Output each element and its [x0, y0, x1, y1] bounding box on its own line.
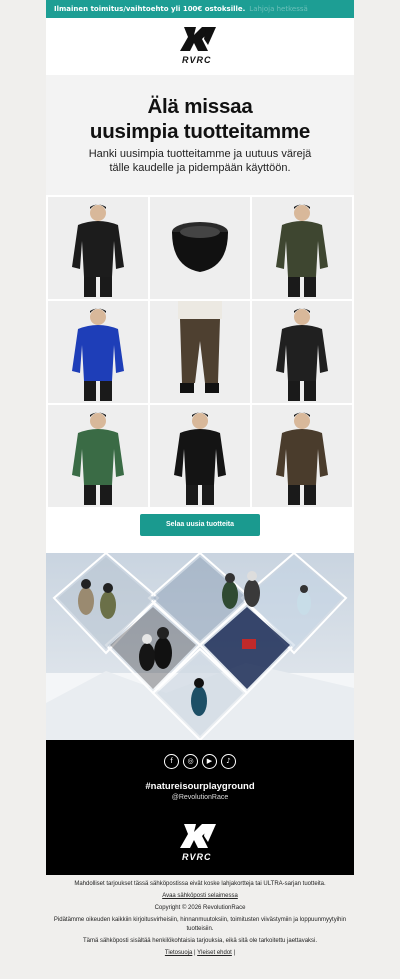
link-separator-end: | [233, 950, 236, 956]
product-tile-black-down-jacket[interactable] [48, 197, 148, 299]
instagram-icon[interactable]: ◎ [183, 754, 198, 769]
hero-title-line2: uusimpia tuotteitamme [89, 120, 311, 143]
hero-subtitle-line2: tälle kaudelle ja pidempään käyttöön. [109, 162, 291, 174]
hero-subtitle: Hanki uusimpia tuotteitamme ja uutuus vä… [46, 147, 354, 175]
footer-rvrc-logo[interactable]: RVRC [176, 822, 224, 864]
hero-section: Älä missaa uusimpia tuotteitamme Hanki u… [46, 75, 354, 195]
collage-image [46, 553, 354, 740]
legal-personal-note: Tämä sähköposti sisältää henkilökohtaisi… [82, 938, 318, 944]
copyright-text: Copyright © 2026 RevolutionRace [154, 905, 246, 911]
lifestyle-collage[interactable] [46, 553, 354, 740]
tiktok-icon[interactable]: ♪ [221, 754, 236, 769]
legal-section: Mahdolliset tarjoukset tässä sähköpostis… [46, 880, 354, 961]
cta-area: Selaa uusia tuotteita [46, 511, 354, 553]
browse-new-products-button[interactable]: Selaa uusia tuotteita [140, 514, 260, 536]
youtube-icon[interactable]: ▶ [202, 754, 217, 769]
product-tile-black-neck-gaiter[interactable] [150, 197, 250, 299]
product-tile-blue-shell-jacket[interactable] [48, 301, 148, 403]
footer-section: f ◎ ▶ ♪ #natureisourplayground @RevolutionR… [46, 740, 354, 875]
legal-offers-note: Mahdolliset tarjoukset tässä sähköpostis… [74, 881, 326, 887]
product-tile-olive-shell-jacket[interactable] [252, 197, 352, 299]
link-separator: | [194, 950, 196, 956]
rvrc-logo-text: RVRC [182, 55, 212, 65]
product-grid [46, 195, 354, 511]
banner-text: Ilmainen toimitus/vaihtoehto yli 100€ os… [54, 5, 246, 13]
rvrc-logo[interactable]: RVRC [176, 25, 224, 67]
hero-title: Älä missaa uusimpia tuotteitamme [46, 94, 354, 144]
header-logo-area: RVRC [46, 18, 354, 75]
terms-link[interactable]: Yleiset ehdot [197, 950, 232, 956]
product-tile-brown-shell-jacket[interactable] [252, 405, 352, 507]
product-tile-black-hoodie[interactable] [252, 301, 352, 403]
social-links: f ◎ ▶ ♪ [46, 754, 354, 769]
hero-title-line1: Älä missaa [147, 95, 253, 118]
legal-links: Tietosuoja | Yleiset ehdot | [46, 949, 354, 958]
hashtag-text: #natureisourplayground [145, 781, 255, 792]
facebook-icon[interactable]: f [164, 754, 179, 769]
footer-logo-text: RVRC [182, 852, 212, 862]
legal-disclaimer: Pidätämme oikeuden kaikkiin kirjoitusvir… [53, 917, 347, 932]
hero-subtitle-line1: Hanki uusimpia tuotteitamme ja uutuus vä… [88, 148, 312, 160]
privacy-link[interactable]: Tietosuoja [165, 950, 192, 956]
social-handle[interactable]: @RevolutionRace [46, 794, 354, 801]
email-container: Ilmainen toimitus/vaihtoehto yli 100€ os… [46, 0, 354, 875]
shipping-banner[interactable]: Ilmainen toimitus/vaihtoehto yli 100€ os… [46, 0, 354, 18]
banner-faded-text: Lahjoja hetkessä [249, 5, 308, 13]
product-tile-black-softshell[interactable] [150, 405, 250, 507]
product-tile-green-hoodie[interactable] [48, 405, 148, 507]
product-tile-brown-trousers[interactable] [150, 301, 250, 403]
open-in-browser-link[interactable]: Avaa sähköposti selaimessa [162, 893, 238, 899]
